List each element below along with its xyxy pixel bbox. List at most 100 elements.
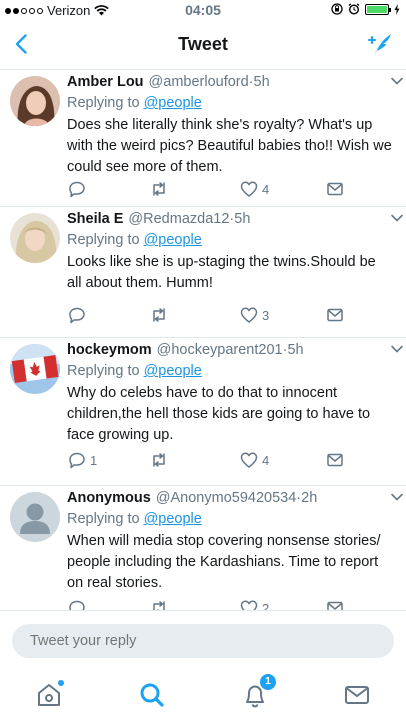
heart-icon: [240, 600, 258, 610]
tweet-actions: 3: [68, 306, 348, 328]
tweet-text: When will media stop covering nonsense s…: [67, 533, 381, 591]
author-handle[interactable]: @Redmazda12: [128, 209, 229, 229]
author-handle[interactable]: @Anonymo59420534: [156, 488, 297, 508]
tweet-time: 5h: [287, 342, 304, 358]
direct-message-button[interactable]: [326, 180, 344, 198]
tweet-actions: 4: [68, 180, 348, 202]
status-icons: [331, 3, 400, 15]
direct-message-button[interactable]: [326, 306, 344, 324]
new-content-indicator: [58, 680, 64, 686]
avatar[interactable]: [10, 213, 60, 263]
mention-link[interactable]: @people: [144, 232, 202, 248]
retweet-button[interactable]: [150, 599, 172, 610]
tweet-body: Amber Lou @amberlouford · 5h Replying to…: [67, 72, 394, 178]
mention-link[interactable]: @people: [144, 511, 202, 527]
navigation-bar: Tweet: [0, 20, 406, 70]
like-count: 2: [262, 600, 270, 611]
replying-label: Replying to: [67, 363, 140, 379]
author-name[interactable]: Amber Lou: [67, 72, 144, 92]
tweet-text: Does she literally think she's royalty? …: [67, 117, 392, 175]
page-title: Tweet: [178, 34, 228, 54]
like-button[interactable]: 4: [240, 180, 269, 198]
chevron-down-icon[interactable]: [390, 342, 404, 356]
tweet-actions: 2: [68, 599, 348, 610]
like-count: 3: [262, 307, 270, 323]
retweet-icon: [153, 601, 165, 610]
reply-input[interactable]: [12, 624, 394, 658]
tab-messages[interactable]: [342, 680, 372, 710]
reply-icon: [69, 181, 85, 198]
retweet-button[interactable]: [150, 306, 172, 324]
envelope-icon: [345, 686, 369, 704]
direct-message-button[interactable]: [326, 599, 344, 610]
tweet-item[interactable]: hockeymom @hockeyparent201 · 5h Replying…: [0, 338, 406, 486]
retweet-icon: [153, 308, 165, 322]
tweet-header: Amber Lou @amberlouford · 5h: [67, 72, 394, 92]
reply-count: 1: [90, 452, 98, 468]
replying-to: Replying to @people: [67, 92, 394, 114]
tweet-text: Looks like she is up-staging the twins.S…: [67, 254, 376, 291]
mention-link[interactable]: @people: [144, 95, 202, 111]
alarm-icon: [348, 3, 360, 15]
tab-search[interactable]: [137, 680, 167, 710]
reply-icon: [69, 600, 85, 610]
replying-label: Replying to: [67, 95, 140, 111]
reply-composer: [0, 610, 406, 670]
tweet-text: Why do celebs have to do that to innocen…: [67, 385, 371, 443]
like-button[interactable]: 3: [240, 306, 269, 324]
search-icon: [140, 683, 164, 707]
charging-icon: [394, 3, 400, 15]
reply-icon: [69, 452, 85, 469]
chevron-down-icon[interactable]: [390, 490, 404, 504]
heart-icon: [240, 307, 258, 323]
replying-to: Replying to @people: [67, 508, 394, 530]
reply-button[interactable]: [68, 306, 90, 324]
direct-message-button[interactable]: [326, 451, 344, 469]
tab-home[interactable]: [34, 680, 64, 710]
author-name[interactable]: hockeymom: [67, 340, 152, 360]
compose-tweet-icon[interactable]: [364, 30, 394, 60]
like-button[interactable]: 4: [240, 451, 269, 469]
notification-badge: 1: [260, 674, 276, 690]
envelope-icon: [327, 601, 343, 610]
tweet-item[interactable]: Anonymous @Anonymo59420534 · 2h Replying…: [0, 486, 406, 610]
tweet-item[interactable]: Amber Lou @amberlouford · 5h Replying to…: [0, 70, 406, 207]
reply-icon: [69, 307, 85, 324]
retweet-button[interactable]: [150, 451, 172, 469]
tweet-body: hockeymom @hockeyparent201 · 5h Replying…: [67, 340, 394, 446]
retweet-button[interactable]: [150, 180, 172, 198]
replying-to: Replying to @people: [67, 229, 394, 251]
tweet-body: Anonymous @Anonymo59420534 · 2h Replying…: [67, 488, 394, 594]
avatar[interactable]: [10, 344, 60, 394]
replies-feed[interactable]: Amber Lou @amberlouford · 5h Replying to…: [0, 70, 406, 610]
status-bar: Verizon 04:05: [0, 0, 406, 20]
tweet-time: 5h: [234, 211, 251, 227]
like-count: 4: [262, 452, 270, 468]
tweet-header: Sheila E @Redmazda12 · 5h: [67, 209, 394, 229]
author-handle[interactable]: @amberlouford: [149, 72, 249, 92]
chevron-down-icon[interactable]: [390, 74, 404, 88]
tab-notifications[interactable]: 1: [240, 674, 276, 710]
avatar[interactable]: [10, 76, 60, 126]
reply-button[interactable]: [68, 180, 90, 198]
tweet-header: Anonymous @Anonymo59420534 · 2h: [67, 488, 394, 508]
tweet-time: 2h: [301, 490, 318, 506]
avatar[interactable]: [10, 492, 60, 542]
author-handle[interactable]: @hockeyparent201: [157, 340, 283, 360]
envelope-icon: [327, 308, 343, 322]
author-name[interactable]: Sheila E: [67, 209, 123, 229]
envelope-icon: [327, 182, 343, 196]
tweet-time: 5h: [253, 74, 270, 90]
like-button[interactable]: 2: [240, 599, 269, 610]
tweet-item[interactable]: Sheila E @Redmazda12 · 5h Replying to @p…: [0, 207, 406, 338]
battery-icon: [365, 3, 391, 15]
reply-button[interactable]: 1: [68, 451, 97, 469]
like-count: 4: [262, 181, 270, 197]
rotation-lock-icon: [331, 3, 343, 15]
author-name[interactable]: Anonymous: [67, 488, 151, 508]
tab-bar: 1: [0, 670, 406, 722]
chevron-down-icon[interactable]: [390, 211, 404, 225]
tweet-actions: 1 4: [68, 451, 348, 473]
reply-button[interactable]: [68, 599, 90, 610]
mention-link[interactable]: @people: [144, 363, 202, 379]
